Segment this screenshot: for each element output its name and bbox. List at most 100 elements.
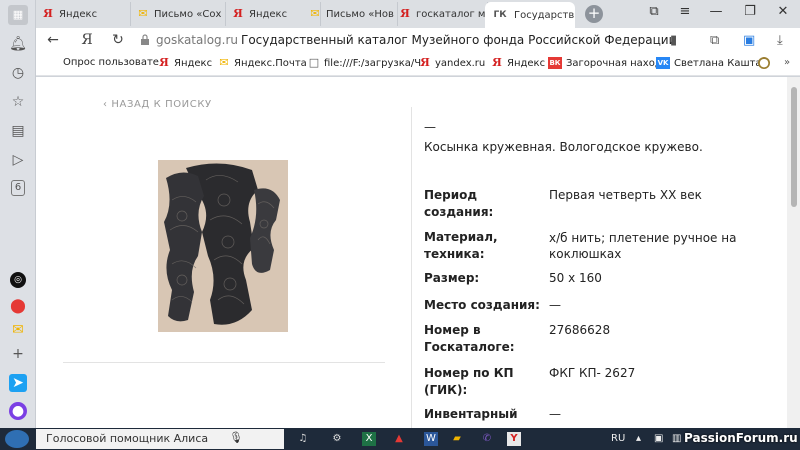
word-icon[interactable]: W [424, 432, 438, 446]
start-button[interactable] [5, 430, 29, 448]
field-value: х/б нить; плетение ручное на коклюшках [549, 231, 737, 261]
bookmark-label: Светлана Кашта [674, 57, 762, 69]
viber-icon[interactable]: ✆ [480, 432, 494, 446]
bookmark-item[interactable]: Я Яндекс [491, 57, 545, 69]
yandex-icon: Я [492, 56, 502, 69]
url-domain[interactable]: goskatalog.ru [156, 33, 238, 47]
scrollbar[interactable] [787, 77, 800, 428]
tray-expand-icon[interactable]: ▴ [636, 433, 641, 444]
yandex-icon: Я [420, 56, 430, 69]
alice-app-icon[interactable]: ◎ [10, 272, 26, 288]
tab-strip: Я Яндекс ✉ Письмо «Сох Я Яндекс ✉ Письмо… [0, 0, 800, 28]
divider [63, 362, 385, 363]
reload-icon[interactable]: ↻ [109, 32, 127, 48]
field-label: Период создания: [424, 188, 494, 219]
bookmark-item[interactable]: Я Яндекс [158, 57, 212, 69]
field-value: 27686628 [549, 323, 611, 337]
bookmark-item[interactable]: VK Светлана Кашта [656, 57, 762, 69]
item-title: Косынка кружевная. Вологодское кружево. [424, 140, 703, 154]
tab-mail-1[interactable]: ✉ Письмо «Сох [131, 2, 226, 26]
tab-mail-2[interactable]: ✉ Письмо «Нов [303, 2, 398, 26]
profile-icon[interactable]: ▣ [743, 33, 755, 48]
vk-red-icon: ВК [548, 57, 562, 69]
app-icon[interactable]: ⚙ [330, 432, 344, 446]
yandex-icon: Я [43, 7, 53, 20]
pdf-icon[interactable]: ▲ [392, 432, 406, 446]
field-label: Размер: [424, 271, 480, 285]
bookmark-label: yandex.ru [435, 57, 486, 69]
scrollbar-thumb[interactable] [791, 87, 797, 207]
yandex-browser-icon[interactable]: Y [507, 432, 521, 446]
field-label: Номер в Госкаталоге: [424, 323, 515, 354]
vk-icon: VK [656, 57, 670, 69]
url-page-title[interactable]: Государственный каталог Музейного фонда … [241, 33, 676, 47]
tab-label: госкаталог м [416, 8, 486, 20]
field-value: — [549, 298, 561, 312]
bookmark-label: Яндекс [174, 57, 213, 69]
alice-assistant-icon[interactable]: ● [9, 402, 27, 420]
file-icon: □ [308, 56, 320, 69]
bookmark-item[interactable]: □ file:///F:/загрузка/Ч [308, 57, 421, 69]
media-icon[interactable]: ♫ [296, 432, 310, 446]
bookmark-label: Яндекс [507, 57, 546, 69]
bookmark-item[interactable]: ВК Загорочная находк [548, 57, 668, 69]
bookmark-label: Опрос пользовате [63, 57, 159, 68]
microphone-icon[interactable]: 🎙︎ [229, 431, 243, 444]
network-icon[interactable]: ▥ [672, 433, 681, 444]
catalog-page: ‹ НАЗАД К ПОИСКУ — Косынка кружевная. Во… [36, 77, 787, 428]
tab-goskatalog-active[interactable]: ГК Государств ✕ [485, 2, 575, 28]
tabs-overview-icon[interactable]: ⧉ [644, 4, 664, 19]
lace-scarf-image [158, 160, 288, 332]
new-tab-button[interactable]: + [585, 5, 603, 23]
mail-app-icon[interactable]: ✉ [8, 320, 28, 340]
maximize-icon[interactable]: ❐ [740, 4, 760, 19]
download-icon[interactable]: ⤓ [777, 33, 783, 48]
extensions-icon[interactable]: ⧉ [710, 33, 719, 48]
tab-yandex-1[interactable]: Я Яндекс [36, 2, 131, 26]
send-app-icon[interactable]: ➤ [9, 374, 27, 392]
bookmark-icon[interactable]: ▮ [670, 33, 677, 48]
search-placeholder: Голосовой помощник Алиса [46, 432, 209, 445]
bookmarks-more-icon[interactable]: » [784, 57, 790, 68]
bookmark-item[interactable]: ✉ Яндекс.Почта [218, 57, 306, 69]
yandex-icon: Я [400, 7, 410, 20]
watermark: PassionForum.ru [684, 431, 798, 445]
bookmark-item[interactable]: ● [758, 57, 770, 69]
tab-label: Письмо «Нов [326, 8, 394, 20]
bookmark-item[interactable]: Опрос пользовате [63, 57, 159, 68]
language-indicator[interactable]: RU [611, 433, 625, 444]
minimize-icon[interactable]: — [706, 4, 726, 19]
tray-icon[interactable]: ▣ [654, 433, 663, 444]
tab-label: Письмо «Сох [154, 8, 222, 20]
folder-icon[interactable]: ▰ [450, 432, 464, 446]
maps-pin-icon[interactable]: ⬤ [8, 296, 28, 316]
lock-icon [141, 34, 149, 45]
field-label: Инвентарный номер: [424, 407, 518, 428]
tab-goskatalog-search[interactable]: Я госкаталог м [393, 2, 488, 26]
collections-icon[interactable]: ▤ [8, 121, 28, 141]
close-window-icon[interactable]: ✕ [773, 4, 793, 19]
field-label: Материал, техника: [424, 230, 498, 261]
favorites-icon[interactable]: ☆ [8, 92, 28, 112]
tab-label: Яндекс [249, 8, 288, 20]
back-arrow-icon[interactable]: ← [44, 32, 62, 48]
bell-icon[interactable]: 🔔︎ [8, 34, 28, 54]
field-value: 50 х 160 [549, 271, 602, 285]
yandex-home-icon[interactable]: Я [78, 32, 96, 48]
back-to-search-link[interactable]: ‹ НАЗАД К ПОИСКУ [103, 99, 212, 110]
bookmarks-bar: Опрос пользовате Я Яндекс ✉ Яндекс.Почта □… [36, 54, 800, 76]
item-photo[interactable] [158, 160, 288, 332]
badge-6-icon[interactable]: 6 [11, 180, 25, 196]
menu-icon[interactable]: ≡ [675, 4, 695, 19]
field-label: Место создания: [424, 298, 540, 312]
back-link-label: НАЗАД К ПОИСКУ [111, 99, 212, 110]
history-icon[interactable]: ◷ [8, 63, 28, 83]
alice-search-box[interactable]: Голосовой помощник Алиса [36, 429, 284, 449]
add-app-icon[interactable]: + [8, 344, 28, 364]
taskbar: Голосовой помощник Алиса 🎙︎ ♫ ⚙ X ▲ W ▰ … [0, 428, 800, 450]
site-icon: ● [758, 56, 770, 69]
windows-logo-icon[interactable]: ▦ [8, 5, 28, 25]
play-icon[interactable]: ▷ [8, 150, 28, 170]
bookmark-item[interactable]: Яyandex.ru [419, 57, 485, 69]
excel-icon[interactable]: X [362, 432, 376, 446]
